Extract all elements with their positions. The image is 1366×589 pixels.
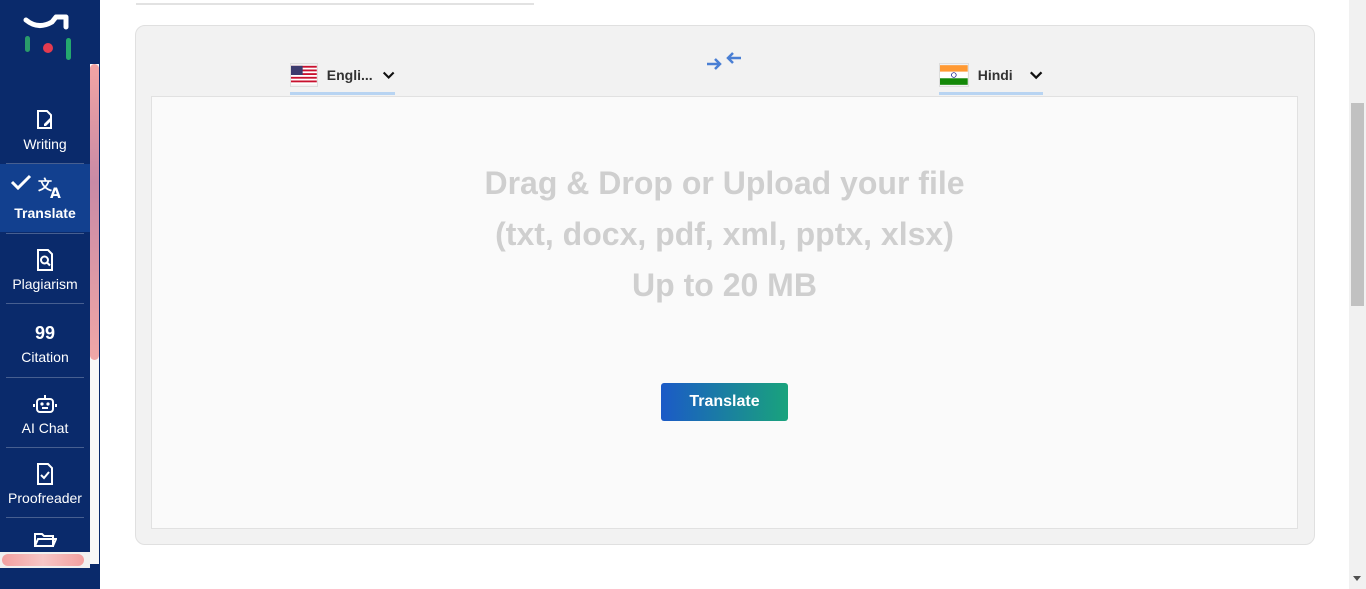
translate-button[interactable]: Translate [661, 383, 788, 421]
divider [6, 233, 84, 234]
sidebar-item-proofreader[interactable]: Proofreader [6, 450, 84, 518]
scroll-down-arrow-icon[interactable] [1353, 576, 1361, 581]
divider [6, 377, 84, 378]
target-language-select[interactable]: Hindi [939, 55, 1043, 95]
sidebar-item-label: Translate [14, 204, 76, 221]
swap-languages-icon[interactable] [704, 44, 744, 78]
divider [136, 3, 534, 5]
quote-icon: 99 [34, 323, 56, 343]
sidebar-scrollbar-thumb[interactable] [90, 64, 99, 360]
sidebar-item-ai-chat[interactable]: AI Chat [6, 380, 84, 448]
file-size-limit: Up to 20 MB [632, 267, 817, 303]
page-scrollbar-thumb[interactable] [1351, 103, 1364, 306]
active-underline [939, 92, 1043, 95]
supported-formats: (txt, docx, pdf, xml, pptx, xlsx) [495, 216, 954, 252]
sidebar-item-label: Citation [21, 349, 69, 365]
sidebar-item-label: Proofreader [8, 489, 82, 506]
drop-instruction: Drag & Drop or Upload your file [484, 165, 965, 201]
sidebar-item-translate[interactable]: 文 A Translate [0, 164, 90, 232]
target-language-label: Hindi [977, 67, 1013, 83]
chevron-down-icon [382, 71, 395, 79]
proofreader-icon [37, 462, 53, 485]
writing-icon [37, 109, 52, 129]
svg-text:A: A [50, 186, 61, 200]
source-language-select[interactable]: Engli... [290, 55, 395, 95]
sidebar-item-writing[interactable]: Writing [6, 96, 84, 164]
sidebar: Writing 文 A Translate Plagiarism 99 Cita… [0, 0, 100, 589]
active-underline [290, 92, 395, 95]
sidebar-item-label: Writing [23, 135, 67, 152]
sidebar-item-plagiarism[interactable]: Plagiarism [6, 236, 84, 304]
india-flag-icon [939, 63, 969, 87]
plagiarism-icon [37, 248, 53, 271]
sidebar-horizontal-scrollbar-thumb[interactable] [2, 554, 84, 566]
source-language-label: Engli... [326, 67, 373, 83]
folder-icon [34, 533, 57, 547]
sidebar-item-label: AI Chat [21, 419, 69, 436]
app-logo[interactable] [22, 14, 74, 64]
translate-icon: 文 A [38, 177, 61, 200]
us-flag-icon [290, 63, 318, 87]
file-drop-zone[interactable]: Drag & Drop or Upload your file (txt, do… [151, 96, 1298, 529]
sidebar-item-label: Plagiarism [12, 275, 78, 292]
divider [6, 517, 84, 518]
check-icon [10, 174, 32, 190]
divider [6, 447, 84, 448]
sidebar-item-citation[interactable]: 99 Citation [6, 310, 84, 378]
chevron-down-icon [1029, 71, 1043, 80]
divider [6, 303, 84, 304]
robot-icon [33, 394, 57, 413]
